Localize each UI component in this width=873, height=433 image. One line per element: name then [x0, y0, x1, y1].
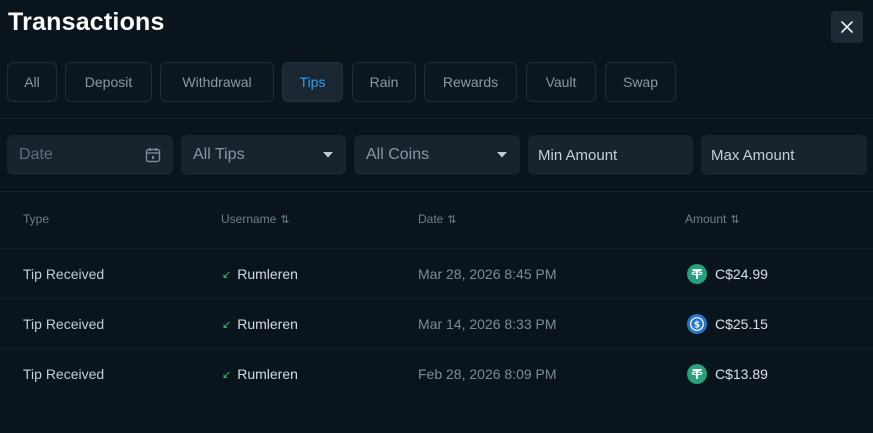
- header-amount[interactable]: Amount ⇅: [685, 212, 740, 226]
- type-cell: Tip Received: [23, 316, 105, 332]
- amount-cell: C$13.89: [687, 349, 768, 399]
- date-filter[interactable]: Date: [7, 135, 173, 175]
- tips-type-select[interactable]: All Tips: [181, 135, 346, 175]
- caret-down-icon: [323, 152, 333, 158]
- table-row: Tip Received ↙ Rumleren Mar 28, 2026 8:4…: [0, 248, 873, 298]
- amount-cell: $ C$25.15: [687, 299, 768, 349]
- tab-rewards[interactable]: Rewards: [424, 62, 517, 102]
- sort-icon[interactable]: ⇅: [447, 213, 456, 226]
- date-cell: Mar 28, 2026 8:45 PM: [418, 266, 557, 282]
- header-type: Type: [23, 212, 49, 226]
- username-label: Rumleren: [237, 316, 298, 332]
- page-title: Transactions: [8, 8, 165, 36]
- date-filter-placeholder: Date: [19, 146, 53, 163]
- username-label: Rumleren: [237, 366, 298, 382]
- tips-type-value: All Tips: [193, 146, 245, 163]
- svg-text:$: $: [694, 320, 700, 330]
- received-arrow-icon: ↙: [222, 318, 232, 331]
- username-cell[interactable]: ↙ Rumleren: [222, 299, 298, 349]
- tab-vault[interactable]: Vault: [526, 62, 596, 102]
- tab-deposit[interactable]: Deposit: [65, 62, 152, 102]
- header-date-label: Date: [418, 212, 444, 226]
- date-cell: Feb 28, 2026 8:09 PM: [418, 366, 557, 382]
- date-cell: Mar 14, 2026 8:33 PM: [418, 316, 557, 332]
- max-amount-field[interactable]: [701, 135, 867, 175]
- username-label: Rumleren: [237, 266, 298, 282]
- amount-value: C$13.89: [715, 366, 768, 382]
- divider: [0, 118, 873, 119]
- tab-swap[interactable]: Swap: [605, 62, 676, 102]
- calendar-icon: [145, 148, 161, 163]
- table-row: Tip Received ↙ Rumleren Mar 14, 2026 8:3…: [0, 298, 873, 348]
- username-cell[interactable]: ↙ Rumleren: [222, 349, 298, 399]
- tab-all[interactable]: All: [7, 62, 57, 102]
- header-amount-label: Amount: [685, 212, 727, 226]
- close-button[interactable]: [831, 11, 863, 43]
- usdt-icon: [687, 364, 707, 384]
- header-username-label: Username: [221, 212, 277, 226]
- amount-value: C$25.15: [715, 316, 768, 332]
- sort-icon[interactable]: ⇅: [280, 213, 289, 226]
- coins-value: All Coins: [366, 146, 430, 163]
- tab-withdrawal[interactable]: Withdrawal: [160, 62, 274, 102]
- received-arrow-icon: ↙: [222, 368, 232, 381]
- caret-down-icon: [497, 152, 507, 158]
- header-type-label: Type: [23, 212, 50, 226]
- usdt-icon: [687, 264, 707, 284]
- divider: [0, 191, 873, 192]
- sort-icon[interactable]: ⇅: [730, 213, 739, 226]
- header-username[interactable]: Username ⇅: [221, 212, 290, 226]
- received-arrow-icon: ↙: [222, 268, 232, 281]
- type-cell: Tip Received: [23, 366, 105, 382]
- table-row: Tip Received ↙ Rumleren Feb 28, 2026 8:0…: [0, 348, 873, 398]
- coins-select[interactable]: All Coins: [354, 135, 520, 175]
- amount-cell: C$24.99: [687, 249, 768, 299]
- max-amount-input[interactable]: [711, 146, 857, 164]
- usdc-icon: $: [687, 314, 707, 334]
- min-amount-field[interactable]: [528, 135, 693, 175]
- tab-tips[interactable]: Tips: [282, 62, 343, 102]
- tab-rain[interactable]: Rain: [352, 62, 416, 102]
- close-icon: [841, 21, 853, 33]
- username-cell[interactable]: ↙ Rumleren: [222, 249, 298, 299]
- header-date[interactable]: Date ⇅: [418, 212, 457, 226]
- amount-value: C$24.99: [715, 266, 768, 282]
- type-cell: Tip Received: [23, 266, 105, 282]
- min-amount-input[interactable]: [538, 146, 683, 164]
